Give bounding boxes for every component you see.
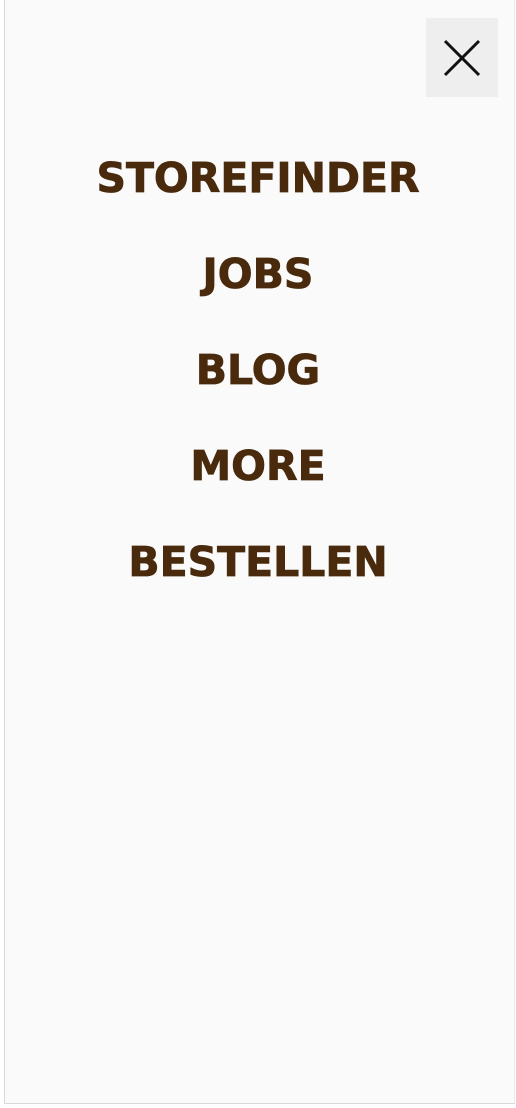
- close-icon: [443, 39, 481, 76]
- nav-item-more[interactable]: MORE: [0, 442, 516, 491]
- nav-item-storefinder[interactable]: STOREFINDER: [0, 154, 516, 203]
- nav-item-bestellen[interactable]: BESTELLEN: [0, 538, 516, 587]
- nav-item-blog[interactable]: BLOG: [0, 346, 516, 395]
- close-menu-button[interactable]: [426, 18, 498, 97]
- nav-item-jobs[interactable]: JOBS: [0, 250, 516, 299]
